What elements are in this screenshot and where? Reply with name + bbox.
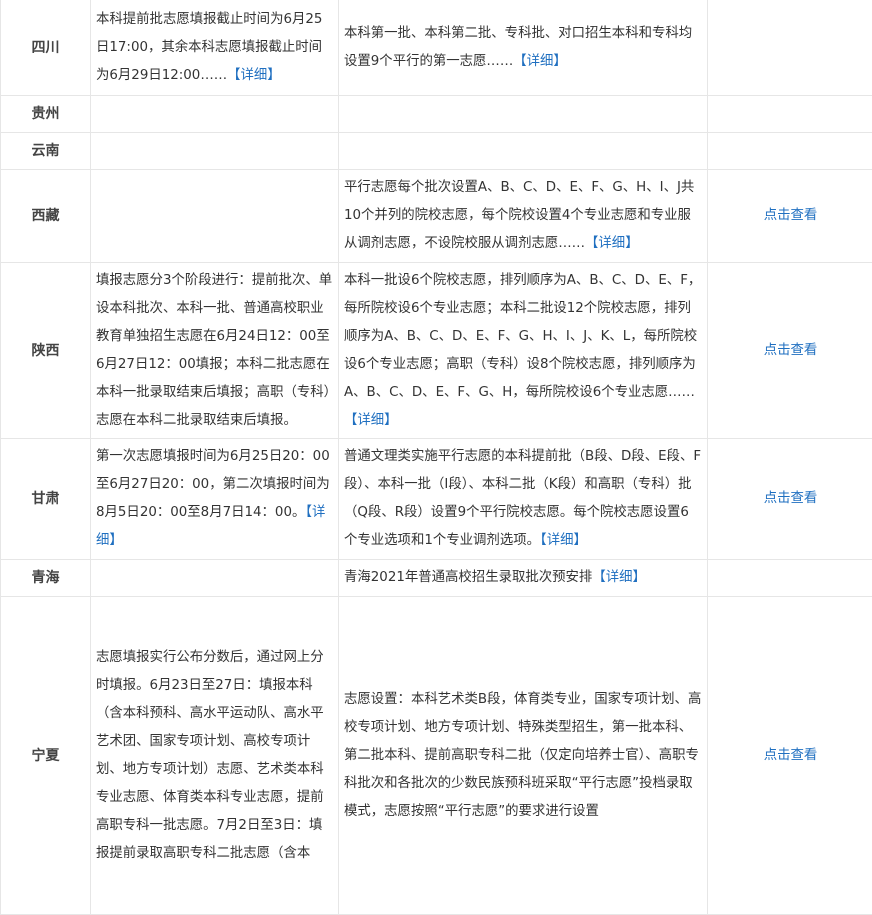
- rule-cell: 普通文理类实施平行志愿的本科提前批（B段、D段、E段、F段）、本科一批（I段）、…: [339, 439, 708, 560]
- rule-cell: [339, 133, 708, 170]
- action-cell: 点击查看: [708, 439, 872, 560]
- province-cell: 青海: [1, 560, 91, 597]
- rule-text: 普通文理类实施平行志愿的本科提前批（B段、D段、E段、F段）、本科一批（I段）、…: [344, 449, 701, 548]
- time-text: 志愿填报实行公布分数后，通过网上分时填报。6月23日至27日：填报本科（含本科预…: [96, 650, 324, 861]
- table-row: 青海 青海2021年普通高校招生录取批次预安排【详细】: [1, 560, 872, 597]
- time-text: 本科提前批志愿填报截止时间为6月25日17:00，其余本科志愿填报截止时间为6月…: [96, 12, 322, 83]
- view-link[interactable]: 点击查看: [764, 491, 818, 506]
- province-cell: 宁夏: [1, 597, 91, 915]
- table-row: 甘肃 第一次志愿填报时间为6月25日20：00至6月27日20：00，第二次填报…: [1, 439, 872, 560]
- province-cell: 甘肃: [1, 439, 91, 560]
- time-cell: [91, 133, 339, 170]
- rule-cell: 志愿设置：本科艺术类B段，体育类专业，国家专项计划、高校专项计划、地方专项计划、…: [339, 597, 708, 915]
- province-cell: 云南: [1, 133, 91, 170]
- province-cell: 四川: [1, 0, 91, 96]
- action-cell: [708, 96, 872, 133]
- detail-link[interactable]: 【详细】: [513, 54, 567, 69]
- rule-cell: 本科第一批、本科第二批、专科批、对口招生本科和专科均设置9个平行的第一志愿……【…: [339, 0, 708, 96]
- detail-link[interactable]: 【详细】: [592, 570, 646, 585]
- rule-text: 志愿设置：本科艺术类B段，体育类专业，国家专项计划、高校专项计划、地方专项计划、…: [344, 692, 701, 819]
- province-cell: 西藏: [1, 170, 91, 263]
- table-row: 宁夏 志愿填报实行公布分数后，通过网上分时填报。6月23日至27日：填报本科（含…: [1, 597, 872, 915]
- action-cell: 点击查看: [708, 170, 872, 263]
- rule-cell: [339, 96, 708, 133]
- table-row: 云南: [1, 133, 872, 170]
- province-cell: 贵州: [1, 96, 91, 133]
- table-row: 西藏 平行志愿每个批次设置A、B、C、D、E、F、G、H、I、J共10个并列的院…: [1, 170, 872, 263]
- table-row: 贵州: [1, 96, 872, 133]
- rule-text: 本科一批设6个院校志愿，排列顺序为A、B、C、D、E、F，每所院校设6个专业志愿…: [344, 273, 701, 400]
- admission-table: 四川 本科提前批志愿填报截止时间为6月25日17:00，其余本科志愿填报截止时间…: [0, 0, 872, 915]
- view-link[interactable]: 点击查看: [764, 343, 818, 358]
- detail-link[interactable]: 【详细】: [227, 68, 281, 83]
- view-link[interactable]: 点击查看: [764, 208, 818, 223]
- view-link[interactable]: 点击查看: [764, 748, 818, 763]
- rule-cell: 本科一批设6个院校志愿，排列顺序为A、B、C、D、E、F，每所院校设6个专业志愿…: [339, 263, 708, 439]
- table-row: 四川 本科提前批志愿填报截止时间为6月25日17:00，其余本科志愿填报截止时间…: [1, 0, 872, 96]
- action-cell: [708, 133, 872, 170]
- province-cell: 陕西: [1, 263, 91, 439]
- time-text: 第一次志愿填报时间为6月25日20：00至6月27日20：00，第二次填报时间为…: [96, 449, 330, 520]
- time-cell: 第一次志愿填报时间为6月25日20：00至6月27日20：00，第二次填报时间为…: [91, 439, 339, 560]
- detail-link[interactable]: 【详细】: [585, 236, 639, 251]
- time-cell: 志愿填报实行公布分数后，通过网上分时填报。6月23日至27日：填报本科（含本科预…: [91, 597, 339, 915]
- rule-text: 平行志愿每个批次设置A、B、C、D、E、F、G、H、I、J共10个并列的院校志愿…: [344, 180, 694, 251]
- detail-link[interactable]: 【详细】: [344, 413, 398, 428]
- time-text: 填报志愿分3个阶段进行：提前批次、单设本科批次、本科一批、普通高校职业教育单独招…: [96, 273, 332, 428]
- action-cell: 点击查看: [708, 597, 872, 915]
- rule-text: 青海2021年普通高校招生录取批次预安排: [344, 570, 592, 585]
- time-cell: 本科提前批志愿填报截止时间为6月25日17:00，其余本科志愿填报截止时间为6月…: [91, 0, 339, 96]
- time-cell: [91, 96, 339, 133]
- action-cell: [708, 0, 872, 96]
- rule-cell: 平行志愿每个批次设置A、B、C、D、E、F、G、H、I、J共10个并列的院校志愿…: [339, 170, 708, 263]
- rule-cell: 青海2021年普通高校招生录取批次预安排【详细】: [339, 560, 708, 597]
- time-cell: 填报志愿分3个阶段进行：提前批次、单设本科批次、本科一批、普通高校职业教育单独招…: [91, 263, 339, 439]
- table-row: 陕西 填报志愿分3个阶段进行：提前批次、单设本科批次、本科一批、普通高校职业教育…: [1, 263, 872, 439]
- detail-link[interactable]: 【详细】: [540, 533, 587, 548]
- time-cell: [91, 170, 339, 263]
- action-cell: 点击查看: [708, 263, 872, 439]
- time-cell: [91, 560, 339, 597]
- action-cell: [708, 560, 872, 597]
